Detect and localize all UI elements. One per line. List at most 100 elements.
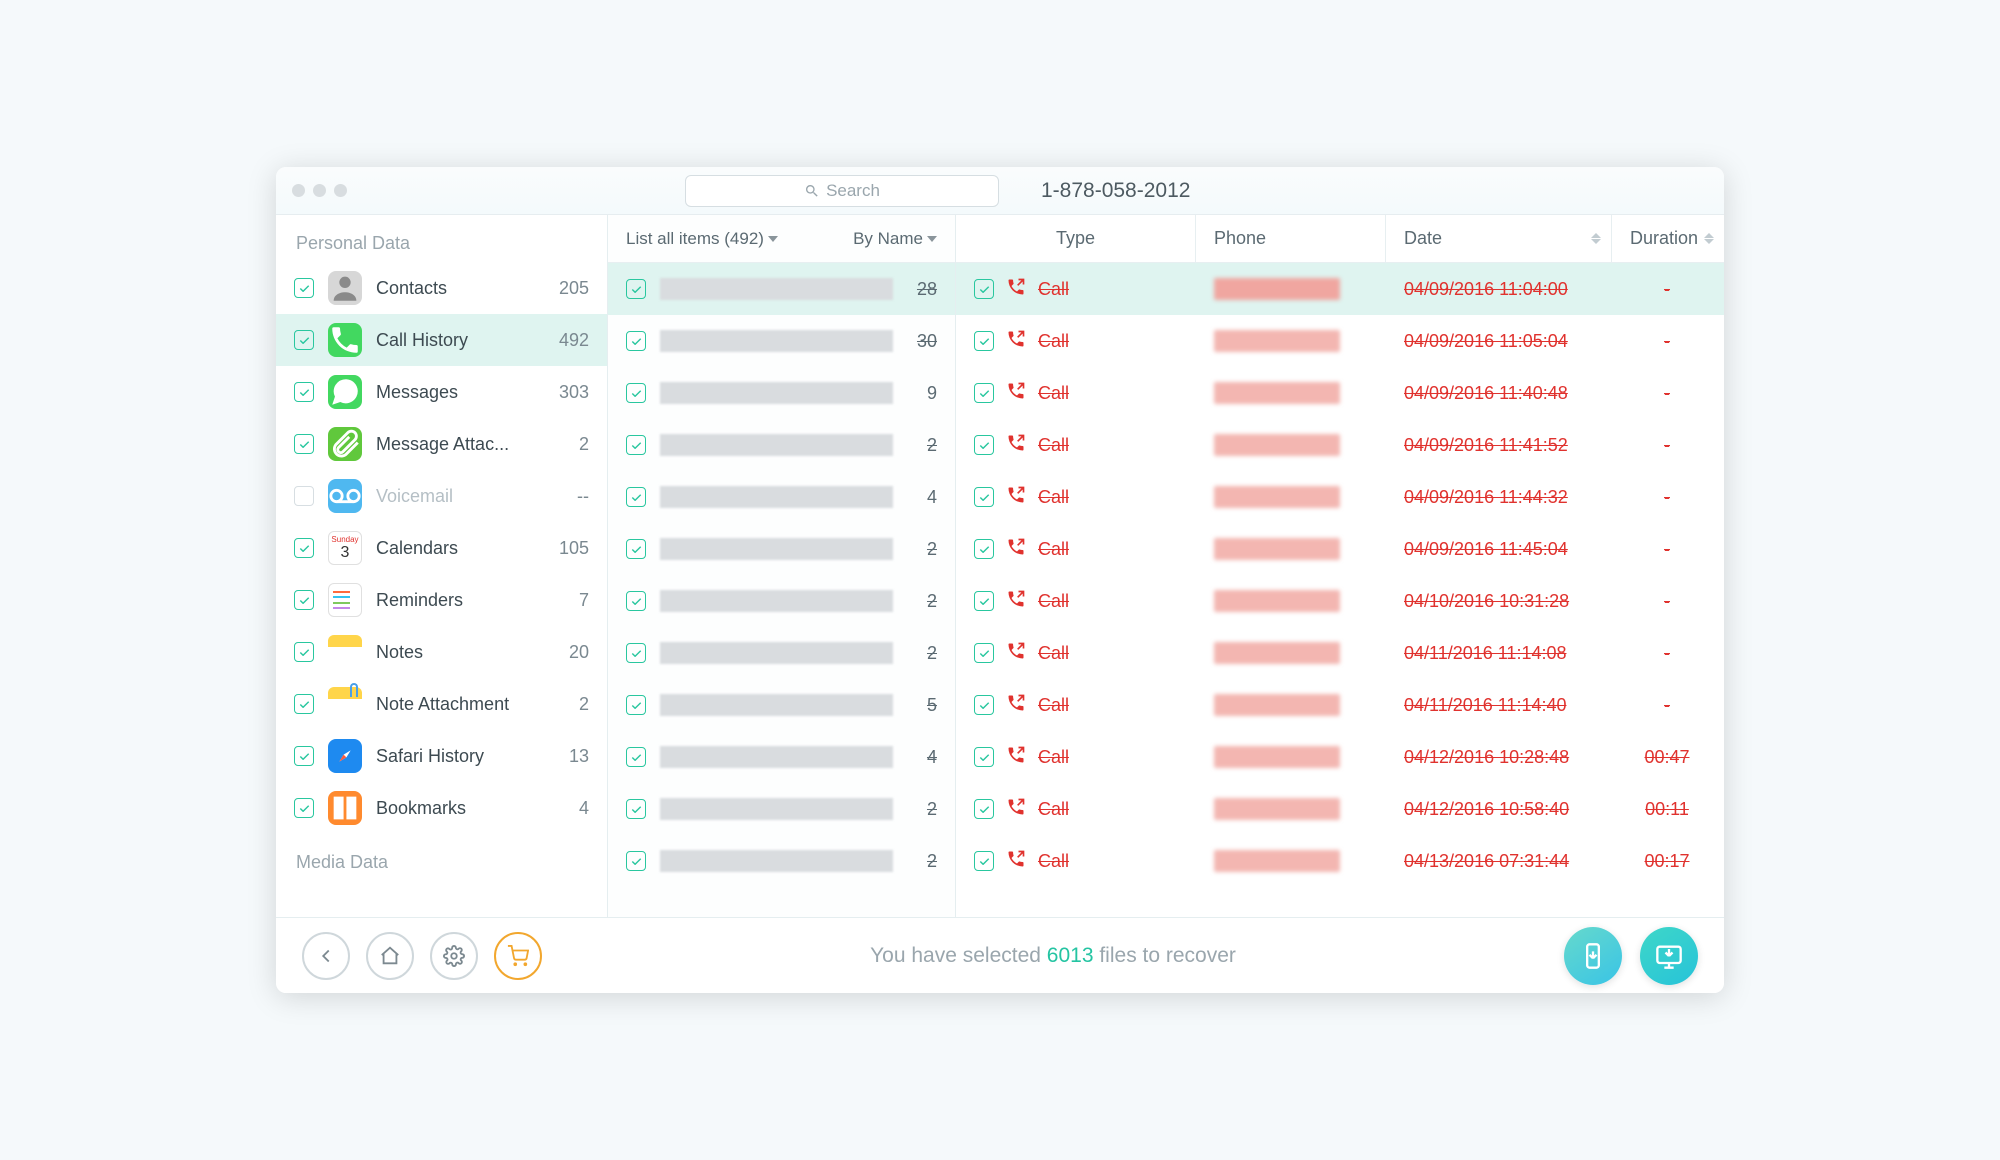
sidebar-item-contacts[interactable]: Contacts205 — [276, 262, 607, 314]
list-item[interactable]: 4 — [608, 731, 955, 783]
recover-to-computer-button[interactable] — [1640, 927, 1698, 985]
list-item[interactable]: 4 — [608, 471, 955, 523]
table-row[interactable]: Call04/09/2016 11:04:00- — [956, 263, 1724, 315]
checkbox[interactable] — [626, 643, 646, 663]
sidebar-item-phone[interactable]: Call History492 — [276, 314, 607, 366]
column-phone[interactable]: Phone — [1196, 215, 1386, 262]
sidebar-item-safari[interactable]: Safari History13 — [276, 730, 607, 782]
checkbox[interactable] — [294, 434, 314, 454]
list-item[interactable]: 5 — [608, 679, 955, 731]
checkbox[interactable] — [294, 278, 314, 298]
call-type: Call — [1038, 279, 1069, 300]
list-item[interactable]: 2 — [608, 783, 955, 835]
call-type: Call — [1038, 643, 1069, 664]
checkbox[interactable] — [974, 383, 994, 403]
redacted-phone — [1214, 434, 1340, 456]
checkbox[interactable] — [626, 591, 646, 611]
checkbox[interactable] — [626, 331, 646, 351]
table-row[interactable]: Call04/10/2016 10:31:28- — [956, 575, 1724, 627]
checkbox[interactable] — [626, 487, 646, 507]
checkbox[interactable] — [626, 383, 646, 403]
recover-actions — [1564, 927, 1698, 985]
item-count: 2 — [907, 539, 937, 560]
checkbox[interactable] — [294, 642, 314, 662]
checkbox[interactable] — [294, 382, 314, 402]
close-window-button[interactable] — [292, 184, 305, 197]
sidebar-item-count: 7 — [579, 590, 589, 611]
table-row[interactable]: Call04/11/2016 11:14:40- — [956, 679, 1724, 731]
list-item[interactable]: 2 — [608, 419, 955, 471]
checkbox[interactable] — [974, 799, 994, 819]
list-item[interactable]: 30 — [608, 315, 955, 367]
list-item[interactable]: 2 — [608, 835, 955, 887]
checkbox[interactable] — [294, 746, 314, 766]
sidebar-item-message[interactable]: Messages303 — [276, 366, 607, 418]
checkbox[interactable] — [974, 539, 994, 559]
checkbox[interactable] — [294, 486, 314, 506]
checkbox[interactable] — [294, 538, 314, 558]
table-row[interactable]: Call04/12/2016 10:28:4800:47 — [956, 731, 1724, 783]
checkbox[interactable] — [974, 643, 994, 663]
cart-button[interactable] — [494, 932, 542, 980]
table-row[interactable]: Call04/12/2016 10:58:4000:11 — [956, 783, 1724, 835]
recover-to-device-button[interactable] — [1564, 927, 1622, 985]
table-row[interactable]: Call04/11/2016 11:14:08- — [956, 627, 1724, 679]
checkbox[interactable] — [294, 330, 314, 350]
checkbox[interactable] — [626, 851, 646, 871]
sidebar-item-attach[interactable]: Message Attac...2 — [276, 418, 607, 470]
checkbox[interactable] — [974, 279, 994, 299]
table-row[interactable]: Call04/09/2016 11:45:04- — [956, 523, 1724, 575]
checkbox[interactable] — [974, 487, 994, 507]
footer: You have selected 6013 files to recover — [276, 917, 1724, 993]
maximize-window-button[interactable] — [334, 184, 347, 197]
checkbox[interactable] — [294, 798, 314, 818]
checkbox[interactable] — [974, 435, 994, 455]
sidebar-item-voicemail[interactable]: Voicemail-- — [276, 470, 607, 522]
sidebar-item-bookmarks[interactable]: Bookmarks4 — [276, 782, 607, 834]
sidebar-item-reminders[interactable]: Reminders7 — [276, 574, 607, 626]
sidebar-item-notes[interactable]: Notes20 — [276, 626, 607, 678]
table-row[interactable]: Call04/09/2016 11:41:52- — [956, 419, 1724, 471]
outgoing-call-icon — [1006, 537, 1026, 562]
checkbox[interactable] — [974, 591, 994, 611]
checkbox[interactable] — [294, 590, 314, 610]
checkbox[interactable] — [626, 747, 646, 767]
list-item[interactable]: 2 — [608, 575, 955, 627]
column-date[interactable]: Date — [1386, 215, 1612, 262]
outgoing-call-icon — [1006, 589, 1026, 614]
list-item[interactable]: 2 — [608, 523, 955, 575]
list-item[interactable]: 9 — [608, 367, 955, 419]
list-item[interactable]: 2 — [608, 627, 955, 679]
checkbox[interactable] — [974, 331, 994, 351]
checkbox[interactable] — [626, 695, 646, 715]
settings-button[interactable] — [430, 932, 478, 980]
table-row[interactable]: Call04/09/2016 11:40:48- — [956, 367, 1724, 419]
checkbox[interactable] — [974, 851, 994, 871]
redacted-name — [660, 590, 893, 612]
column-type[interactable]: Type — [956, 215, 1196, 262]
sidebar-item-count: 2 — [579, 434, 589, 455]
sort-dropdown[interactable]: By Name — [853, 229, 937, 249]
checkbox[interactable] — [626, 435, 646, 455]
calendar-icon: Sunday3 — [328, 531, 362, 565]
sidebar-item-noteattach[interactable]: Note Attachment2 — [276, 678, 607, 730]
search-input[interactable]: Search — [685, 175, 999, 207]
checkbox[interactable] — [626, 279, 646, 299]
list-item[interactable]: 28 — [608, 263, 955, 315]
checkbox[interactable] — [974, 695, 994, 715]
table-row[interactable]: Call04/09/2016 11:05:04- — [956, 315, 1724, 367]
table-row[interactable]: Call04/13/2016 07:31:4400:17 — [956, 835, 1724, 887]
home-button[interactable] — [366, 932, 414, 980]
checkbox[interactable] — [974, 747, 994, 767]
sidebar-item-calendar[interactable]: Sunday3Calendars105 — [276, 522, 607, 574]
back-button[interactable] — [302, 932, 350, 980]
column-duration[interactable]: Duration — [1612, 215, 1724, 262]
list-filter-dropdown[interactable]: List all items (492) — [626, 229, 778, 249]
call-type: Call — [1038, 539, 1069, 560]
checkbox[interactable] — [626, 539, 646, 559]
call-duration: - — [1664, 279, 1670, 300]
checkbox[interactable] — [626, 799, 646, 819]
checkbox[interactable] — [294, 694, 314, 714]
table-row[interactable]: Call04/09/2016 11:44:32- — [956, 471, 1724, 523]
minimize-window-button[interactable] — [313, 184, 326, 197]
